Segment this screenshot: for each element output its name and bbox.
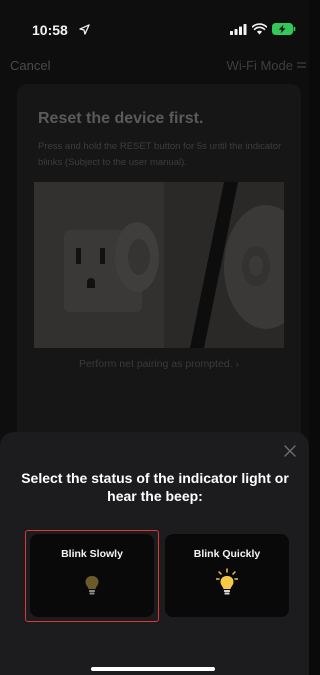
wifi-icon	[252, 23, 267, 35]
sheet-title: Select the status of the indicator light…	[21, 470, 289, 504]
home-indicator	[91, 667, 215, 671]
blink-quickly-option[interactable]: Blink Quickly	[165, 534, 289, 617]
indicator-status-sheet: Select the status of the indicator light…	[0, 432, 309, 675]
cellular-signal-icon	[230, 24, 247, 35]
device-reset-illustration	[34, 182, 284, 348]
wifi-mode-button[interactable]: Wi-Fi Mode	[227, 58, 293, 73]
bulb-on-icon	[216, 568, 238, 595]
status-time: 10:58	[32, 22, 68, 38]
option-label: Blink Slowly	[61, 548, 123, 560]
bulb-off-icon	[85, 576, 99, 595]
location-arrow-icon	[79, 24, 90, 35]
instruction-description: Press and hold the RESET button for 5s u…	[38, 141, 282, 168]
status-bar: 10:58	[0, 0, 309, 52]
battery-charging-icon	[272, 23, 296, 35]
instruction-card: Reset the device first. Press and hold t…	[17, 84, 301, 444]
close-icon[interactable]	[284, 445, 296, 457]
screen: 10:58 Cancel Wi-Fi Mode Reset the device…	[0, 0, 309, 675]
cancel-button[interactable]: Cancel	[10, 58, 50, 73]
swap-icon	[297, 62, 306, 68]
option-label: Blink Quickly	[193, 548, 261, 560]
blink-slowly-option[interactable]: Blink Slowly	[30, 534, 154, 617]
instruction-title: Reset the device first.	[38, 110, 204, 127]
net-pairing-link[interactable]: Perform net pairing as prompted. ›	[17, 358, 301, 370]
